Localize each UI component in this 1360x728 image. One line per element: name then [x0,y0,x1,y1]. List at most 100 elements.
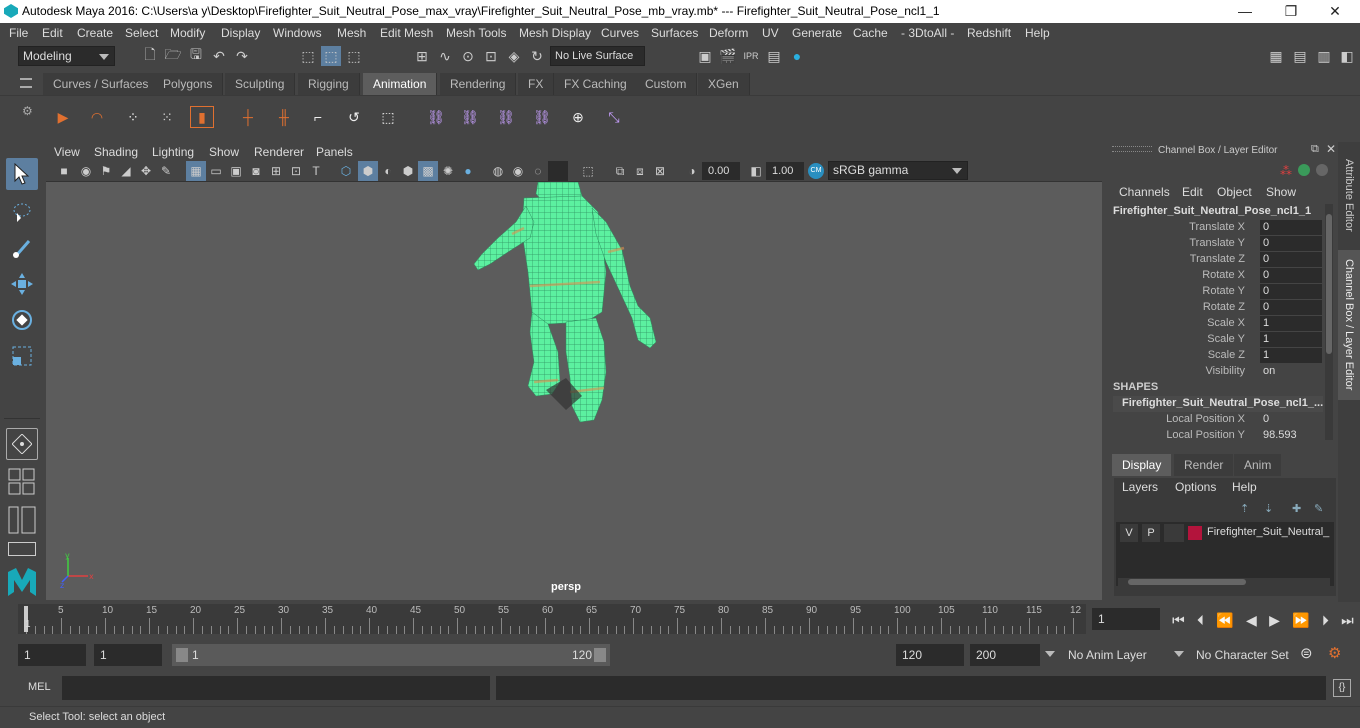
panel-menu-lighting[interactable]: Lighting [152,145,194,159]
attr-value[interactable]: 0 [1260,412,1322,427]
paint-select-tool-icon[interactable] [6,232,38,264]
menu-3dtoall[interactable]: - 3DtoAll - [901,26,954,40]
ambient-occlusion-icon[interactable]: ◍ [488,161,508,181]
tab-animation[interactable]: Animation [363,73,438,95]
grid-icon[interactable]: ▦ [186,161,206,181]
grease-pencil-icon[interactable]: ✎ [156,161,176,181]
command-input[interactable] [62,676,490,700]
range-end-handle[interactable] [594,648,606,662]
tab-fx-caching[interactable]: FX Caching [554,73,638,95]
snap-surface-icon[interactable]: ◈ [504,46,524,66]
hypershade-icon[interactable]: ● [787,46,807,66]
ik-handle-icon[interactable]: ↺ [342,106,366,128]
image-plane-icon[interactable]: ◢ [116,161,136,181]
orient-constraint-icon[interactable]: ⛓ [494,106,518,128]
play-backwards-icon[interactable]: ◀ [1246,612,1257,629]
gamma-icon[interactable]: ◧ [746,161,766,181]
unghost-icon[interactable]: ⁙ [154,106,180,128]
toggle-layer-editor-icon[interactable]: ◧ [1337,46,1357,66]
new-scene-icon[interactable]: 🗋 [140,46,160,66]
tab-render[interactable]: Render [1174,454,1234,476]
tab-xgen[interactable]: XGen [698,73,750,95]
single-perspective-layout-icon[interactable] [6,428,38,460]
menu-curves[interactable]: Curves [601,26,639,40]
current-frame-field[interactable]: 1 [1092,608,1160,630]
safe-action-icon[interactable]: ⊡ [286,161,306,181]
attr-value[interactable]: 98.593 [1260,428,1322,443]
render-view-icon[interactable]: ▣ [695,46,715,66]
mode-dropdown[interactable]: Modeling [18,46,115,66]
menu-redshift[interactable]: Redshift [967,26,1011,40]
lights-icon[interactable]: ✺ [438,161,458,181]
ipr-render-icon[interactable]: IPR [741,46,761,66]
channel-box-scrollbar[interactable] [1325,204,1333,440]
viewport-persp[interactable]: y x z persp [46,182,1102,600]
select-object-icon[interactable]: ⬚ [321,46,341,66]
isolate-select-icon[interactable]: ⬚ [578,161,598,181]
menu-create[interactable]: Create [77,26,113,40]
redo-icon[interactable]: ↷ [232,46,252,66]
script-editor-icon[interactable]: {} [1333,679,1351,697]
bookmark-icon[interactable]: ⚑ [96,161,116,181]
lasso-tool-icon[interactable] [6,196,38,228]
layer-visibility-toggle[interactable]: V [1120,524,1138,542]
range-start-handle[interactable] [176,648,188,662]
layer-type-toggle[interactable] [1164,524,1184,542]
open-scene-icon[interactable]: 🗁 [163,46,183,66]
close-button[interactable]: ✕ [1312,0,1358,23]
2d-pan-zoom-icon[interactable]: ✥ [136,161,156,181]
anti-aliasing-icon[interactable]: ◌ [528,161,548,181]
smooth-shade-icon[interactable]: ⬢ [358,161,378,181]
menu-help[interactable]: Help [1025,26,1050,40]
tab-rendering[interactable]: Rendering [440,73,517,95]
render-frame-icon[interactable]: 🎬 [718,46,738,66]
step-back-frame-icon[interactable]: ⏴ [1197,612,1204,629]
menu-edit-mesh[interactable]: Edit Mesh [380,26,433,40]
layer-menu-layers[interactable]: Layers [1122,480,1158,494]
field-chart-icon[interactable]: ⊞ [266,161,286,181]
attr-row[interactable]: Translate Z 0 [1108,252,1323,268]
attr-value[interactable]: 0 [1260,268,1322,283]
panel-menu-renderer[interactable]: Renderer [254,145,304,159]
menu-deform[interactable]: Deform [709,26,748,40]
chevron-down-icon[interactable] [1045,651,1055,657]
set-key-icon[interactable]: ┼ [236,106,260,128]
attr-value[interactable]: 1 [1260,348,1322,363]
move-layer-up-icon[interactable]: ⇡ [1240,502,1249,515]
color-management-icon[interactable]: CM [808,163,824,179]
playblast-icon[interactable]: ▶ [52,106,74,128]
tab-polygons[interactable]: Polygons [153,73,224,95]
ghost-icon[interactable]: ⁘ [120,106,146,128]
shelf-gear-icon[interactable]: ⚙ [22,104,33,118]
shape-attr-row[interactable]: Local Position Y 98.593 [1108,428,1323,444]
shape-row[interactable]: Firefighter_Suit_Neutral_Pose_ncl1_... [1113,396,1323,412]
motion-blur-icon[interactable]: ◉ [508,161,528,181]
chevron-down-icon[interactable] [1174,651,1184,657]
render-settings-icon[interactable]: ▤ [764,46,784,66]
layer-menu-options[interactable]: Options [1175,480,1216,494]
graph-editor-layout-icon[interactable] [8,542,36,556]
tab-anim[interactable]: Anim [1234,454,1282,476]
pole-vector-icon[interactable]: ⤡ [602,106,626,128]
range-slider[interactable]: 1 120 [172,644,610,666]
snap-curve-icon[interactable]: ∿ [435,46,455,66]
tab-sculpting[interactable]: Sculpting [225,73,296,95]
move-layer-down-icon[interactable]: ⇣ [1264,502,1273,515]
attr-value[interactable]: 0 [1260,236,1322,251]
menu-file[interactable]: File [9,26,28,40]
toggle-channel-box-icon[interactable]: ▤ [1290,46,1310,66]
animation-preferences-icon[interactable]: ⚙ [1328,644,1341,662]
attr-value[interactable]: 0 [1260,300,1322,315]
playback-start-field[interactable]: 1 [94,644,162,666]
tab-curves-surfaces[interactable]: Curves / Surfaces [43,73,160,95]
menu-modify[interactable]: Modify [170,26,205,40]
snap-view-icon[interactable]: ⊡ [481,46,501,66]
new-layer-icon[interactable]: ✚ [1292,502,1301,515]
move-tool-icon[interactable] [6,268,38,300]
menu-cache[interactable]: Cache [853,26,888,40]
firefighter-suit-mesh[interactable] [46,182,1102,600]
live-surface-field[interactable]: No Live Surface [550,46,645,66]
xray-joints-icon[interactable]: ⧉ [610,161,630,181]
panel-menu-view[interactable]: View [54,145,80,159]
step-forward-key-icon[interactable]: ⏩ [1292,612,1309,629]
